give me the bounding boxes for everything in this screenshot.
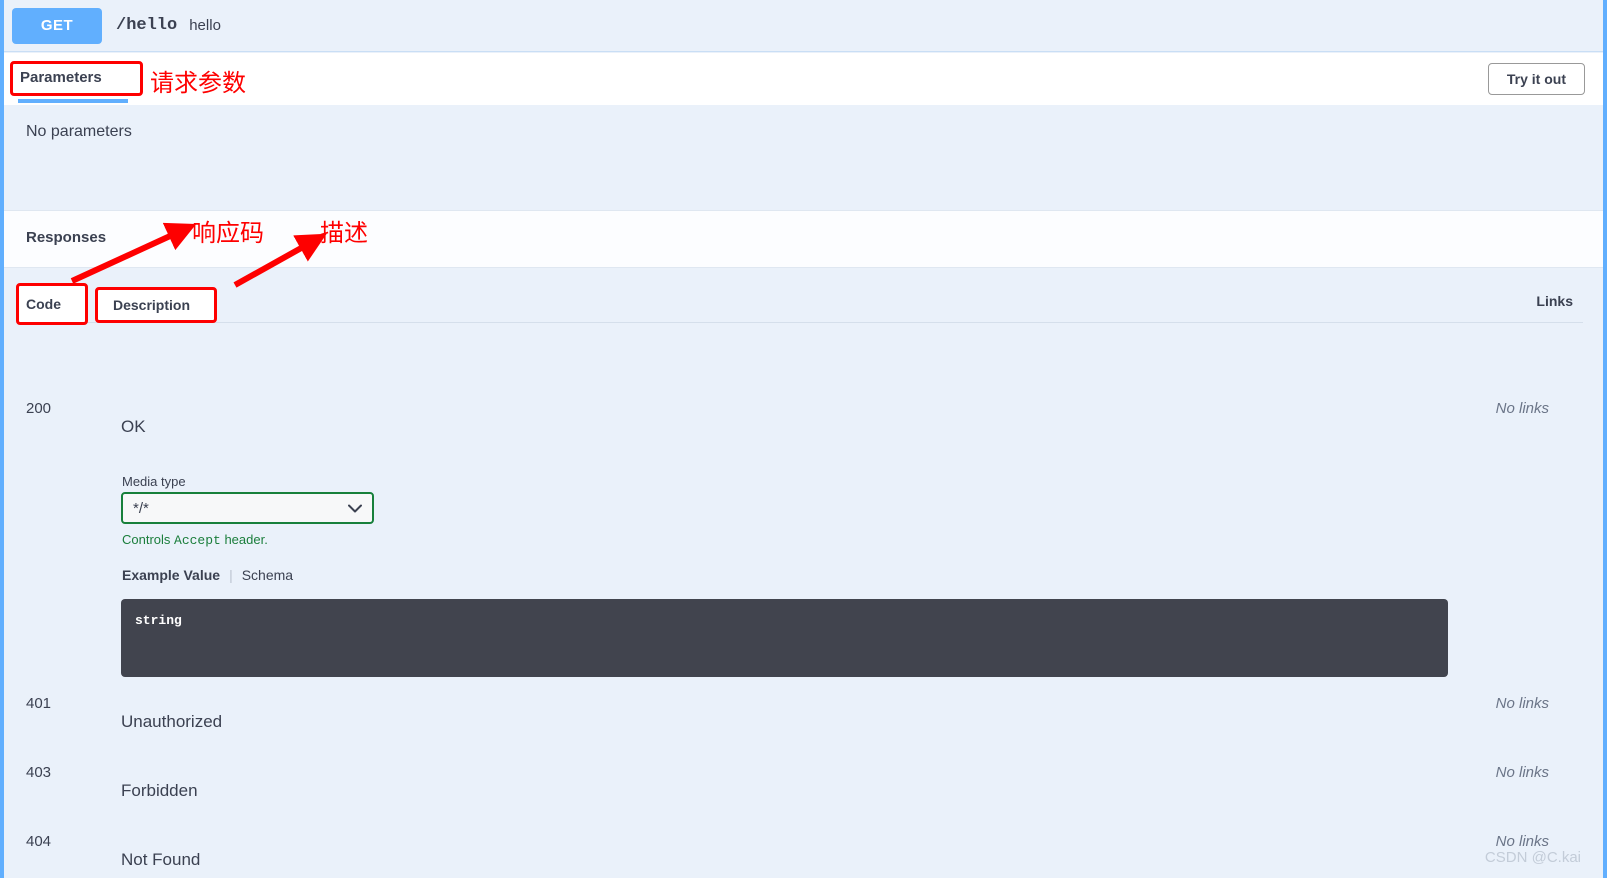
response-code: 401	[26, 695, 52, 712]
column-header-description-overlay: Description	[113, 297, 191, 313]
watermark: CSDN @C.kai	[1484, 849, 1581, 866]
accept-note-suffix: header.	[220, 532, 268, 547]
responses-header-divider	[24, 322, 1583, 323]
response-links: No links	[1495, 695, 1549, 712]
response-description: Forbidden	[121, 781, 198, 800]
parameters-header-band: Parameters Try it out	[4, 53, 1603, 105]
no-parameters-text: No parameters	[26, 123, 132, 140]
operation-right-accent-bar	[1603, 0, 1607, 878]
parameters-section-title-overlay: Parameters	[20, 69, 102, 86]
media-type-select[interactable]: */*	[121, 492, 374, 524]
column-header-links: Links	[1536, 293, 1573, 309]
response-links: No links	[1495, 833, 1549, 850]
responses-table: Code Description Links 200 OK No links M…	[4, 268, 1603, 878]
operation-path: /hello	[116, 16, 178, 35]
operation-summary-text: hello	[189, 17, 221, 34]
response-links: No links	[1495, 764, 1549, 781]
response-links: No links	[1495, 400, 1549, 417]
responses-header-band: Responses	[4, 210, 1603, 268]
chevron-down-icon	[348, 504, 362, 512]
accept-note-prefix: Controls	[122, 532, 175, 547]
response-code: 404	[26, 833, 52, 850]
responses-section-title: Responses	[26, 229, 107, 246]
try-it-out-button[interactable]: Try it out	[1487, 63, 1585, 95]
accept-header-note: Controls Accept header.	[122, 532, 268, 548]
swagger-operation-panel: GET /hello hello Parameters Try it out N…	[0, 0, 1607, 878]
column-header-code-overlay: Code	[26, 296, 61, 312]
tab-schema[interactable]: Schema	[242, 567, 293, 583]
parameters-active-underline	[18, 99, 128, 103]
response-code: 403	[26, 764, 52, 781]
responses-table-header: Code Description Links	[4, 268, 1603, 323]
accept-note-code: Accept	[174, 533, 221, 548]
example-schema-tabs: Example Value | Schema	[122, 567, 293, 583]
parameters-body: No parameters	[4, 105, 1603, 210]
response-description: OK	[121, 417, 146, 436]
response-description: Unauthorized	[121, 712, 223, 731]
operation-summary-row[interactable]: GET /hello hello	[4, 0, 1603, 52]
tab-divider: |	[229, 567, 233, 583]
example-value-code-text: string	[135, 613, 182, 628]
example-value-code-block: string	[121, 599, 1448, 677]
media-type-selected-value: */*	[133, 499, 149, 517]
response-description: Not Found	[121, 850, 201, 869]
media-type-label: Media type	[122, 474, 186, 489]
response-code: 200	[26, 400, 52, 417]
http-method-badge: GET	[12, 7, 102, 44]
tab-example-value[interactable]: Example Value	[122, 567, 220, 583]
